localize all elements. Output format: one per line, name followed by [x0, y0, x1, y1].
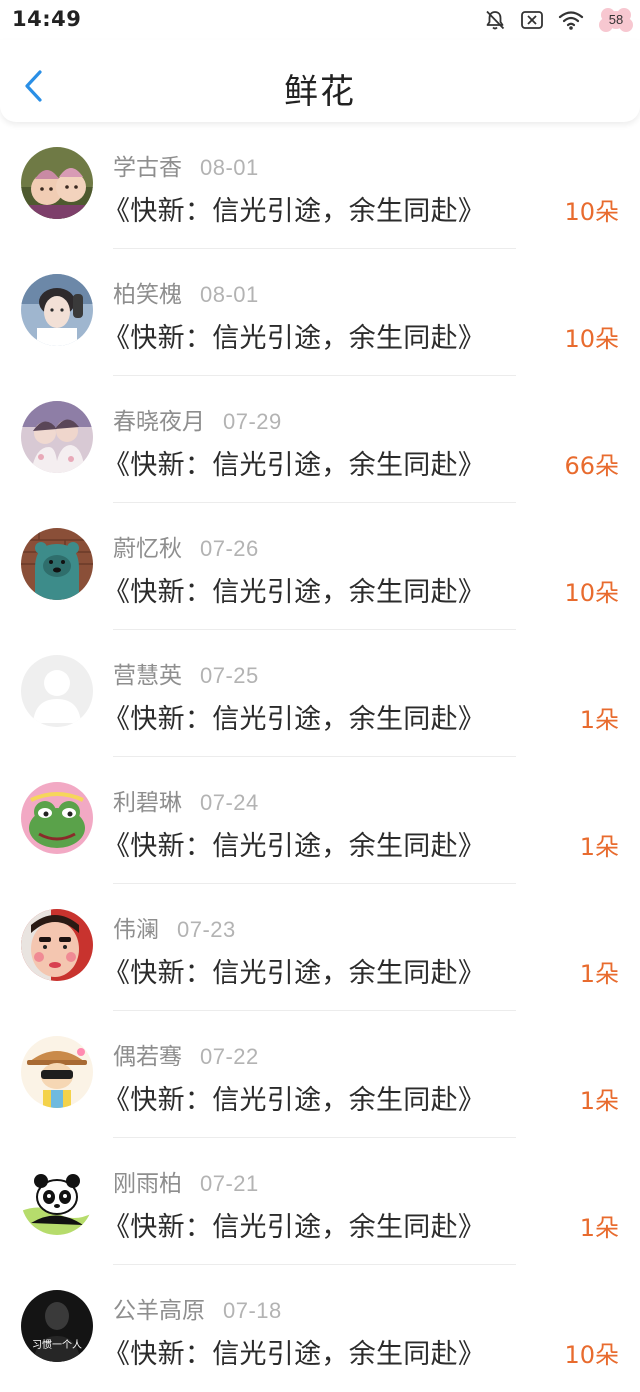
user-name: 学古香: [113, 155, 182, 181]
status-time: 14:49: [12, 7, 82, 31]
avatar[interactable]: [21, 1036, 93, 1108]
flower-count: 10朵: [564, 325, 619, 353]
flower-count: 1朵: [579, 1214, 619, 1242]
avatar[interactable]: [21, 782, 93, 854]
item-meta: 春晓夜月 07-29: [113, 402, 282, 436]
list-item[interactable]: 学古香 08-01 《快新：信光引途，余生同赴》 10朵: [0, 122, 640, 249]
book-title: 《快新：信光引途，余生同赴》: [103, 704, 486, 735]
user-name: 偶若骞: [113, 1044, 182, 1070]
user-name: 刚雨柏: [113, 1171, 182, 1197]
list-item[interactable]: 利碧琳 07-24 《快新：信光引途，余生同赴》 1朵: [0, 757, 640, 884]
item-meta: 刚雨柏 07-21: [113, 1164, 259, 1198]
list-item[interactable]: 春晓夜月 07-29 《快新：信光引途，余生同赴》 66朵: [0, 376, 640, 503]
book-title: 《快新：信光引途，余生同赴》: [103, 1339, 486, 1370]
book-title: 《快新：信光引途，余生同赴》: [103, 958, 486, 989]
item-date: 08-01: [200, 282, 259, 307]
avatar[interactable]: [21, 655, 93, 727]
bell-off-icon: [484, 9, 506, 31]
flower-list: 学古香 08-01 《快新：信光引途，余生同赴》 10朵 柏笑槐 08-01 《快新…: [0, 122, 640, 1392]
book-title: 《快新：信光引途，余生同赴》: [103, 1085, 486, 1116]
flower-count: 66朵: [564, 452, 619, 480]
item-meta: 利碧琳 07-24: [113, 783, 259, 817]
item-date: 07-22: [200, 1044, 259, 1069]
book-title: 《快新：信光引途，余生同赴》: [103, 196, 486, 227]
item-meta: 营慧英 07-25: [113, 656, 259, 690]
user-name: 柏笑槐: [113, 282, 182, 308]
user-name: 春晓夜月: [113, 409, 205, 435]
item-meta: 伟澜 07-23: [113, 910, 236, 944]
list-item[interactable]: 蔚忆秋 07-26 《快新：信光引途，余生同赴》 10朵: [0, 503, 640, 630]
item-meta: 学古香 08-01: [113, 148, 259, 182]
avatar[interactable]: [21, 147, 93, 219]
flower-count: 1朵: [579, 706, 619, 734]
book-title: 《快新：信光引途，余生同赴》: [103, 577, 486, 608]
item-meta: 公羊高原 07-18: [113, 1291, 282, 1325]
avatar[interactable]: [21, 274, 93, 346]
list-item[interactable]: 柏笑槐 08-01 《快新：信光引途，余生同赴》 10朵: [0, 249, 640, 376]
wifi-icon: [558, 9, 584, 31]
user-name: 公羊高原: [113, 1298, 205, 1324]
item-date: 07-29: [223, 409, 282, 434]
user-name: 营慧英: [113, 663, 182, 689]
item-date: 07-21: [200, 1171, 259, 1196]
avatar[interactable]: 习惯一个人: [21, 1290, 93, 1362]
flower-count: 1朵: [579, 1087, 619, 1115]
list-item[interactable]: 刚雨柏 07-21 《快新：信光引途，余生同赴》 1朵: [0, 1138, 640, 1265]
page-title: 鲜花: [284, 72, 356, 112]
user-name: 蔚忆秋: [113, 536, 182, 562]
item-meta: 偶若骞 07-22: [113, 1037, 259, 1071]
list-item[interactable]: 伟澜 07-23 《快新：信光引途，余生同赴》 1朵: [0, 884, 640, 1011]
item-date: 07-24: [200, 790, 259, 815]
list-item[interactable]: 营慧英 07-25 《快新：信光引途，余生同赴》 1朵: [0, 630, 640, 757]
avatar[interactable]: [21, 909, 93, 981]
flower-count: 10朵: [564, 579, 619, 607]
book-title: 《快新：信光引途，余生同赴》: [103, 450, 486, 481]
flower-count: 10朵: [564, 1341, 619, 1369]
battery-level: 58: [608, 12, 624, 27]
item-meta: 柏笑槐 08-01: [113, 275, 259, 309]
item-date: 08-01: [200, 155, 259, 180]
status-bar: 14:49 58: [0, 0, 640, 40]
battery-flower-icon: 58: [598, 7, 634, 33]
avatar[interactable]: [21, 528, 93, 600]
flower-count: 1朵: [579, 960, 619, 988]
flower-count: 1朵: [579, 833, 619, 861]
item-meta: 蔚忆秋 07-26: [113, 529, 259, 563]
item-date: 07-25: [200, 663, 259, 688]
user-name: 伟澜: [113, 917, 159, 943]
user-name: 利碧琳: [113, 790, 182, 816]
book-title: 《快新：信光引途，余生同赴》: [103, 1212, 486, 1243]
item-date: 07-18: [223, 1298, 282, 1323]
book-title: 《快新：信光引途，余生同赴》: [103, 831, 486, 862]
flower-count: 10朵: [564, 198, 619, 226]
book-title: 《快新：信光引途，余生同赴》: [103, 323, 486, 354]
header-bar: 鲜花: [0, 40, 640, 122]
item-date: 07-26: [200, 536, 259, 561]
list-item[interactable]: 偶若骞 07-22 《快新：信光引途，余生同赴》 1朵: [0, 1011, 640, 1138]
item-date: 07-23: [177, 917, 236, 942]
avatar-caption: 习惯一个人: [32, 1338, 82, 1351]
close-box-icon: [520, 9, 544, 31]
status-icons: 58: [484, 6, 634, 34]
avatar[interactable]: [21, 401, 93, 473]
list-item[interactable]: 习惯一个人 公羊高原 07-18 《快新：信光引途，余生同赴》 10朵: [0, 1265, 640, 1392]
avatar[interactable]: [21, 1163, 93, 1235]
